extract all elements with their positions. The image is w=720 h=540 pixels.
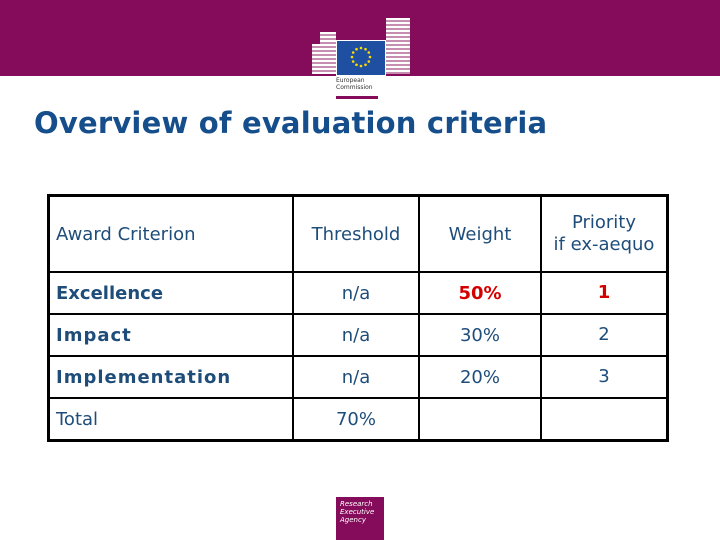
page-title: Overview of evaluation criteria [34, 106, 548, 140]
weight-cell: 20% [418, 355, 542, 399]
header-threshold: Threshold [292, 194, 420, 273]
threshold-cell: n/a [292, 355, 420, 399]
criterion-cell: Implementation [47, 355, 294, 399]
eu-flag-icon [336, 40, 386, 76]
building-left-top-icon [320, 32, 336, 44]
priority-cell: 3 [540, 355, 669, 399]
priority-cell [540, 397, 669, 442]
header-priority: Priority if ex-aequo [540, 194, 669, 273]
header-priority-line2: if ex-aequo [553, 234, 655, 255]
header-award-criterion: Award Criterion [47, 194, 294, 273]
logo-text-line1: European [336, 77, 365, 84]
threshold-cell: n/a [292, 313, 420, 357]
logo-text-line2: Commission [336, 84, 373, 91]
weight-cell: 50% [418, 271, 542, 315]
table-row: Impact n/a 30% 2 [47, 313, 669, 357]
priority-cell: 1 [540, 271, 669, 315]
agency-line2: Executive [340, 508, 375, 516]
criterion-cell: Total [47, 397, 294, 442]
threshold-cell: n/a [292, 271, 420, 315]
table-row: Total 70% [47, 397, 669, 442]
research-executive-agency-logo: Research Executive Agency [336, 497, 384, 540]
weight-cell [418, 397, 542, 442]
table-row: Implementation n/a 20% 3 [47, 355, 669, 399]
building-left-icon [312, 44, 336, 74]
priority-cell: 2 [540, 313, 669, 357]
logo-text: European Commission [336, 77, 373, 91]
building-right-icon [386, 18, 410, 74]
criteria-table: Award Criterion Threshold Weight Priorit… [47, 194, 669, 442]
weight-cell: 30% [418, 313, 542, 357]
table-header-row: Award Criterion Threshold Weight Priorit… [47, 194, 669, 273]
criterion-cell: Impact [47, 313, 294, 357]
header-weight: Weight [418, 194, 542, 273]
threshold-cell: 70% [292, 397, 420, 442]
header-priority-line1: Priority [571, 212, 637, 233]
agency-line1: Research [340, 500, 373, 508]
agency-line3: Agency [340, 516, 366, 524]
european-commission-logo: European Commission [306, 10, 414, 100]
logo-underline [336, 96, 378, 99]
criterion-cell: Excellence [47, 271, 294, 315]
table-row: Excellence n/a 50% 1 [47, 271, 669, 315]
